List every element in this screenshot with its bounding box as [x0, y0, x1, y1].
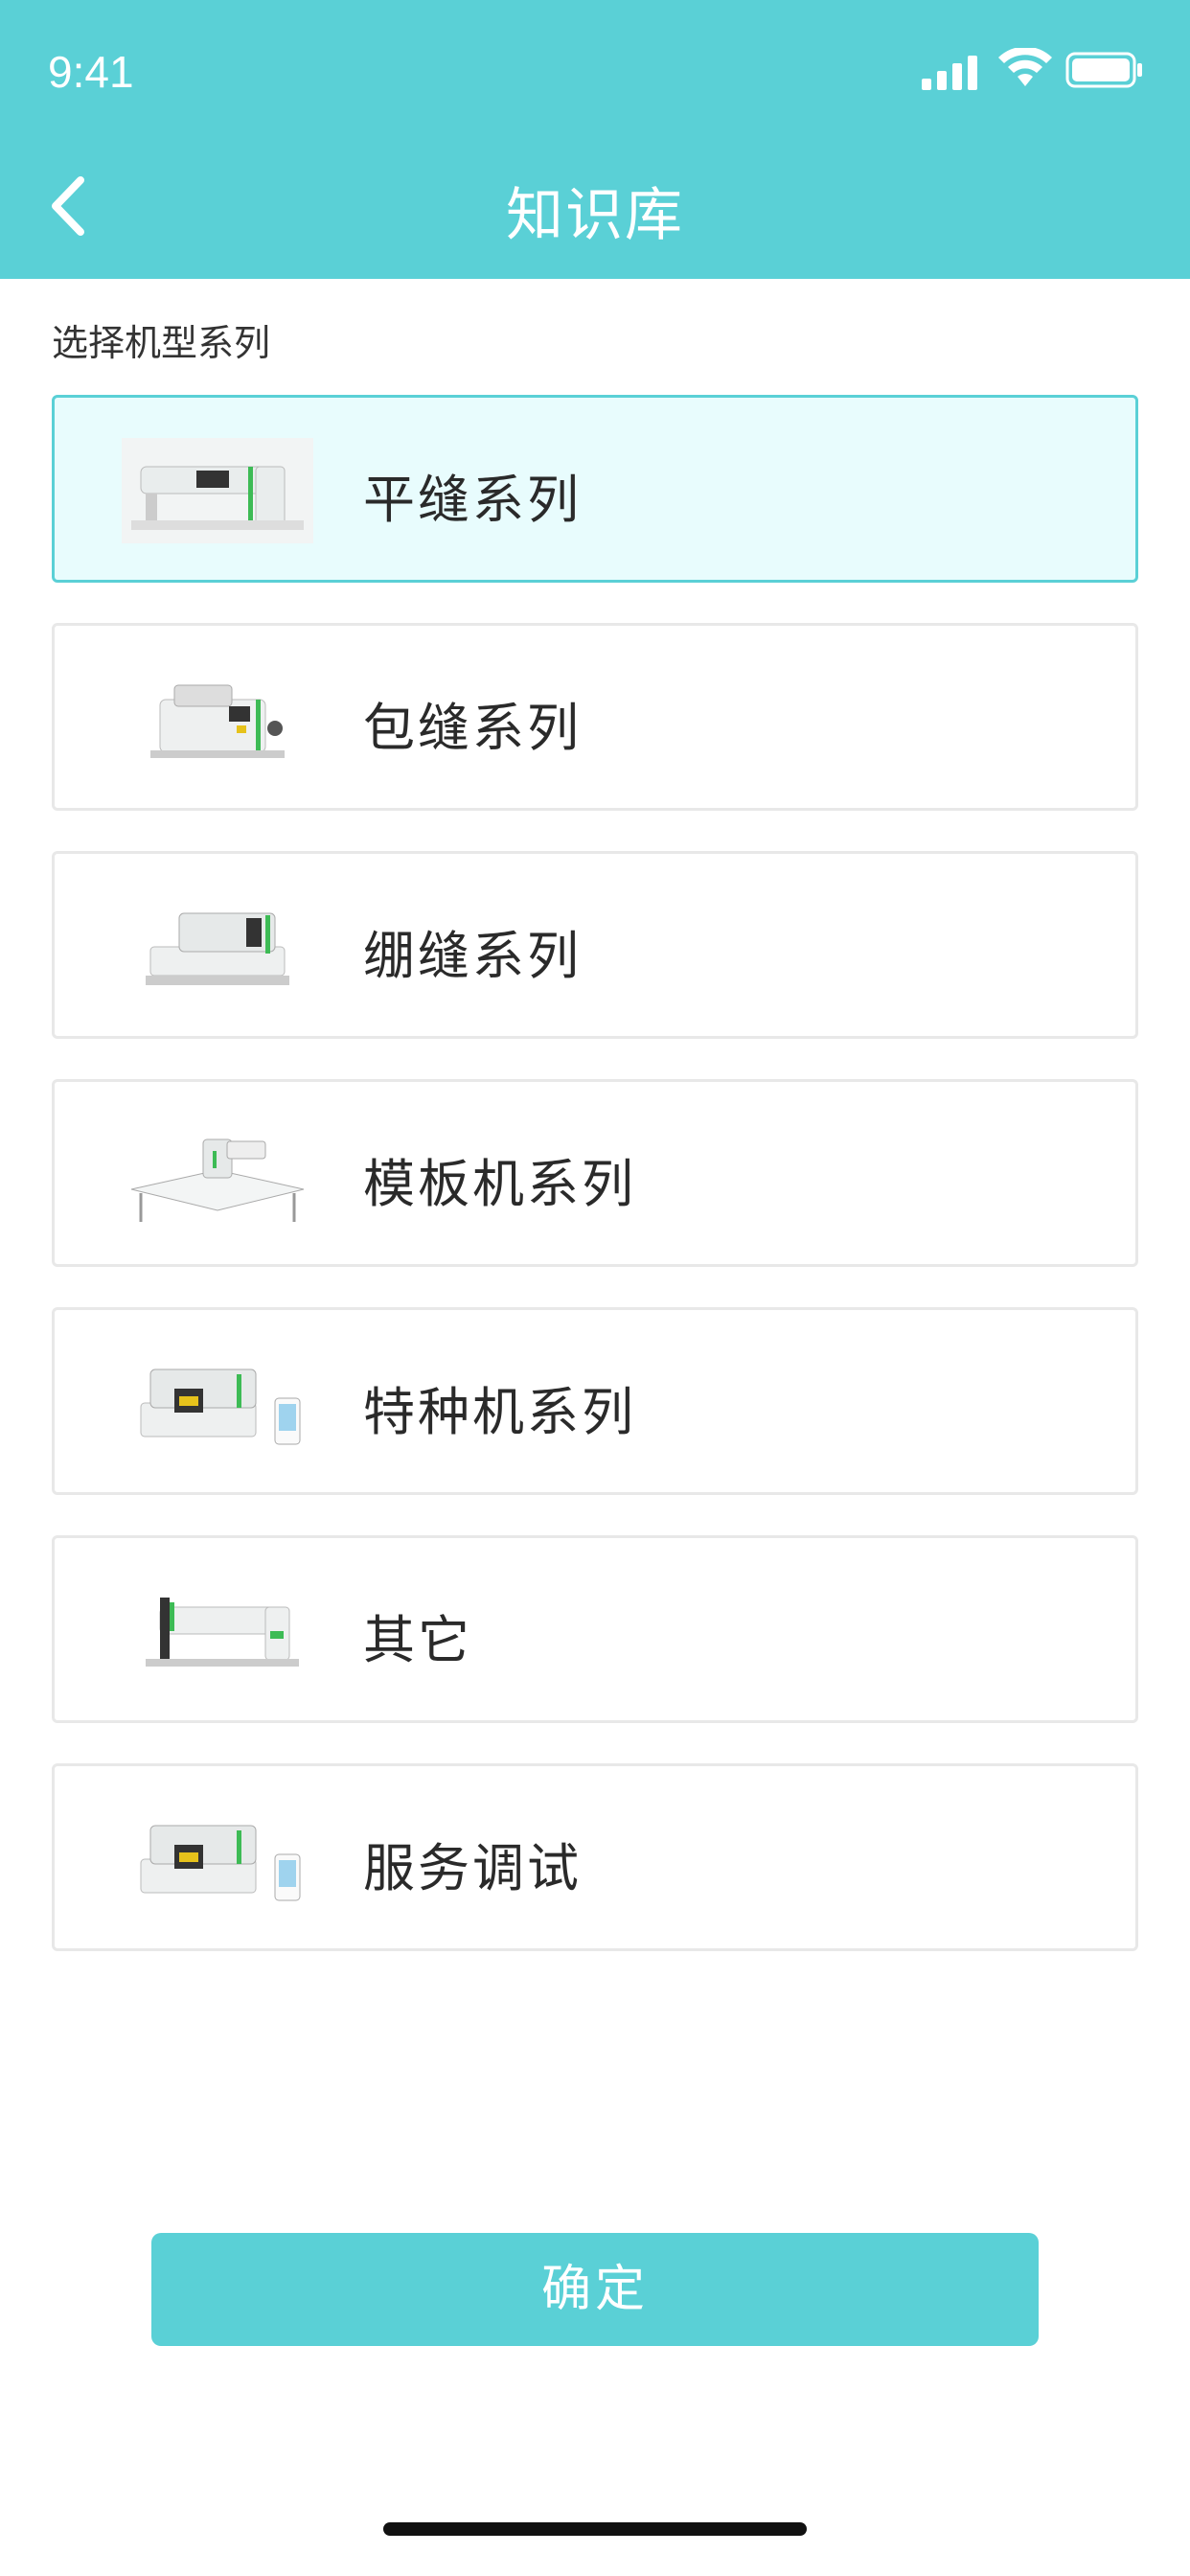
series-label: 服务调试 — [363, 1838, 582, 1898]
series-card-special[interactable]: 特种机系列 — [52, 1307, 1138, 1495]
series-card-overlock[interactable]: 包缝系列 — [52, 623, 1138, 811]
battery-icon — [1065, 52, 1142, 88]
other-machine-image — [146, 1598, 299, 1667]
series-label: 其它 — [363, 1610, 472, 1670]
series-card-other[interactable]: 其它 — [52, 1535, 1138, 1723]
series-list: 平缝系列 包缝系列 绷缝系列 模板机系列 特种机系列 其它 服务调试 — [52, 395, 1138, 1991]
service-machine-image — [140, 1825, 301, 1901]
confirm-button[interactable]: 确定 — [151, 2233, 1039, 2346]
series-label: 包缝系列 — [363, 698, 582, 758]
series-card-coverstitch[interactable]: 绷缝系列 — [52, 851, 1138, 1039]
section-label: 选择机型系列 — [52, 322, 271, 364]
series-label: 绷缝系列 — [363, 926, 582, 986]
overlock-machine-image — [150, 684, 285, 758]
special-machine-image — [140, 1368, 301, 1445]
series-label: 模板机系列 — [363, 1154, 636, 1214]
coverstitch-machine-image — [146, 912, 289, 985]
series-card-service[interactable]: 服务调试 — [52, 1763, 1138, 1951]
series-label: 特种机系列 — [363, 1382, 636, 1442]
app-header: 9:41 知识库 — [0, 0, 1190, 279]
signal-icon — [922, 56, 977, 90]
template-machine-image — [130, 1138, 305, 1222]
series-card-template[interactable]: 模板机系列 — [52, 1079, 1138, 1267]
lockstitch-machine-image — [122, 438, 313, 543]
series-label: 平缝系列 — [363, 470, 582, 530]
page-title: 知识库 — [506, 182, 684, 249]
wifi-icon — [998, 48, 1052, 86]
home-indicator — [383, 2522, 807, 2536]
series-card-lockstitch[interactable]: 平缝系列 — [52, 395, 1138, 583]
status-time: 9:41 — [48, 47, 134, 97]
